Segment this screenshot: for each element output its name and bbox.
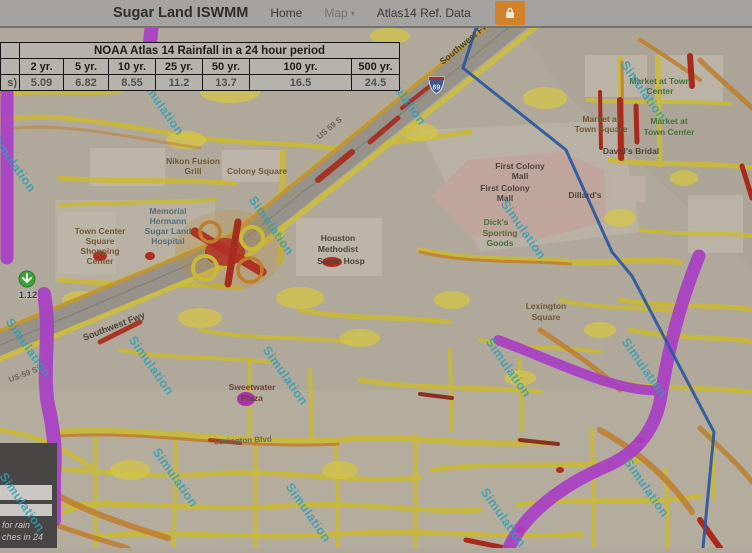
- poi-label: Town Center: [75, 226, 127, 236]
- poi-label: Nikon Fusion: [166, 156, 220, 166]
- poi-label: Memorial: [149, 206, 186, 216]
- rain-value: 11.2: [156, 75, 203, 91]
- rain-value: 13.7: [203, 75, 250, 91]
- table-title-row: NOAA Atlas 14 Rainfall in a 24 hour peri…: [1, 43, 400, 59]
- rain-value: 6.82: [64, 75, 109, 91]
- table-title: NOAA Atlas 14 Rainfall in a 24 hour peri…: [20, 43, 400, 59]
- marker-value-label: 1.12: [19, 290, 38, 301]
- rain-value: 8.55: [109, 75, 156, 91]
- col-header: 100 yr.: [250, 59, 352, 75]
- rain-value: 5.09: [20, 75, 64, 91]
- col-header: 500 yr.: [352, 59, 400, 75]
- poi-label: Hospital: [151, 236, 185, 246]
- rain-value: 24.5: [352, 75, 400, 91]
- poi-label: Dick's: [484, 217, 509, 227]
- poi-label: Colony Square: [227, 166, 287, 176]
- lock-button[interactable]: [495, 1, 525, 25]
- row-label-fragment: s): [1, 75, 20, 91]
- poi-label: Center: [87, 256, 115, 266]
- nav-map[interactable]: Map▾: [324, 6, 354, 20]
- poi-label: Lexington: [526, 301, 567, 311]
- lock-icon: [504, 7, 516, 19]
- poi-label: Sweetwater: [229, 382, 276, 392]
- poi-label: Town Center: [644, 127, 696, 137]
- poi-label: Shopping: [80, 246, 119, 256]
- poi-label: Town Square: [575, 124, 628, 134]
- poi-label: Hermann: [150, 216, 187, 226]
- rainfall-table: NOAA Atlas 14 Rainfall in a 24 hour peri…: [0, 42, 400, 91]
- poi-label: First Colony: [495, 161, 545, 171]
- poi-label: Goods: [487, 238, 514, 248]
- poi-label: Square: [86, 236, 115, 246]
- poi-label: Market at: [582, 114, 619, 124]
- rain-value: 16.5: [250, 75, 352, 91]
- app-header: Sugar Land ISWMM Home Map▾ Atlas14 Ref. …: [0, 0, 752, 28]
- poi-label: Sugar Hosp: [317, 256, 365, 266]
- poi-label: Sporting: [483, 228, 518, 238]
- svg-text:69: 69: [433, 85, 441, 92]
- table-values-row: s) 5.09 6.82 8.55 11.2 13.7 16.5 24.5: [1, 75, 400, 91]
- poi-label: Dillard's: [568, 190, 601, 200]
- poi-label: David's Bridal: [603, 146, 659, 156]
- poi-label: Grill: [184, 166, 201, 176]
- nav-atlas14-ref-data[interactable]: Atlas14 Ref. Data: [377, 6, 471, 20]
- col-header: 50 yr.: [203, 59, 250, 75]
- poi-label: Square: [532, 312, 561, 322]
- poi-label: Methodist: [318, 244, 358, 254]
- poi-label: Plaza: [241, 393, 263, 403]
- col-header: 5 yr.: [64, 59, 109, 75]
- legend-caption-line2: ches in 24: [2, 531, 62, 543]
- poi-label: Houston: [321, 233, 355, 243]
- col-header: 2 yr.: [20, 59, 64, 75]
- col-header: 25 yr.: [156, 59, 203, 75]
- poi-label: Sugar Land: [145, 226, 192, 236]
- app-title: Sugar Land ISWMM: [113, 5, 248, 21]
- poi-label: Mall: [512, 171, 529, 181]
- chevron-down-icon: ▾: [351, 9, 355, 18]
- nav-home[interactable]: Home: [270, 6, 302, 20]
- col-header: 10 yr.: [109, 59, 156, 75]
- table-header-row: 2 yr. 5 yr. 10 yr. 25 yr. 50 yr. 100 yr.…: [1, 59, 400, 75]
- poi-label: First Colony: [480, 183, 530, 193]
